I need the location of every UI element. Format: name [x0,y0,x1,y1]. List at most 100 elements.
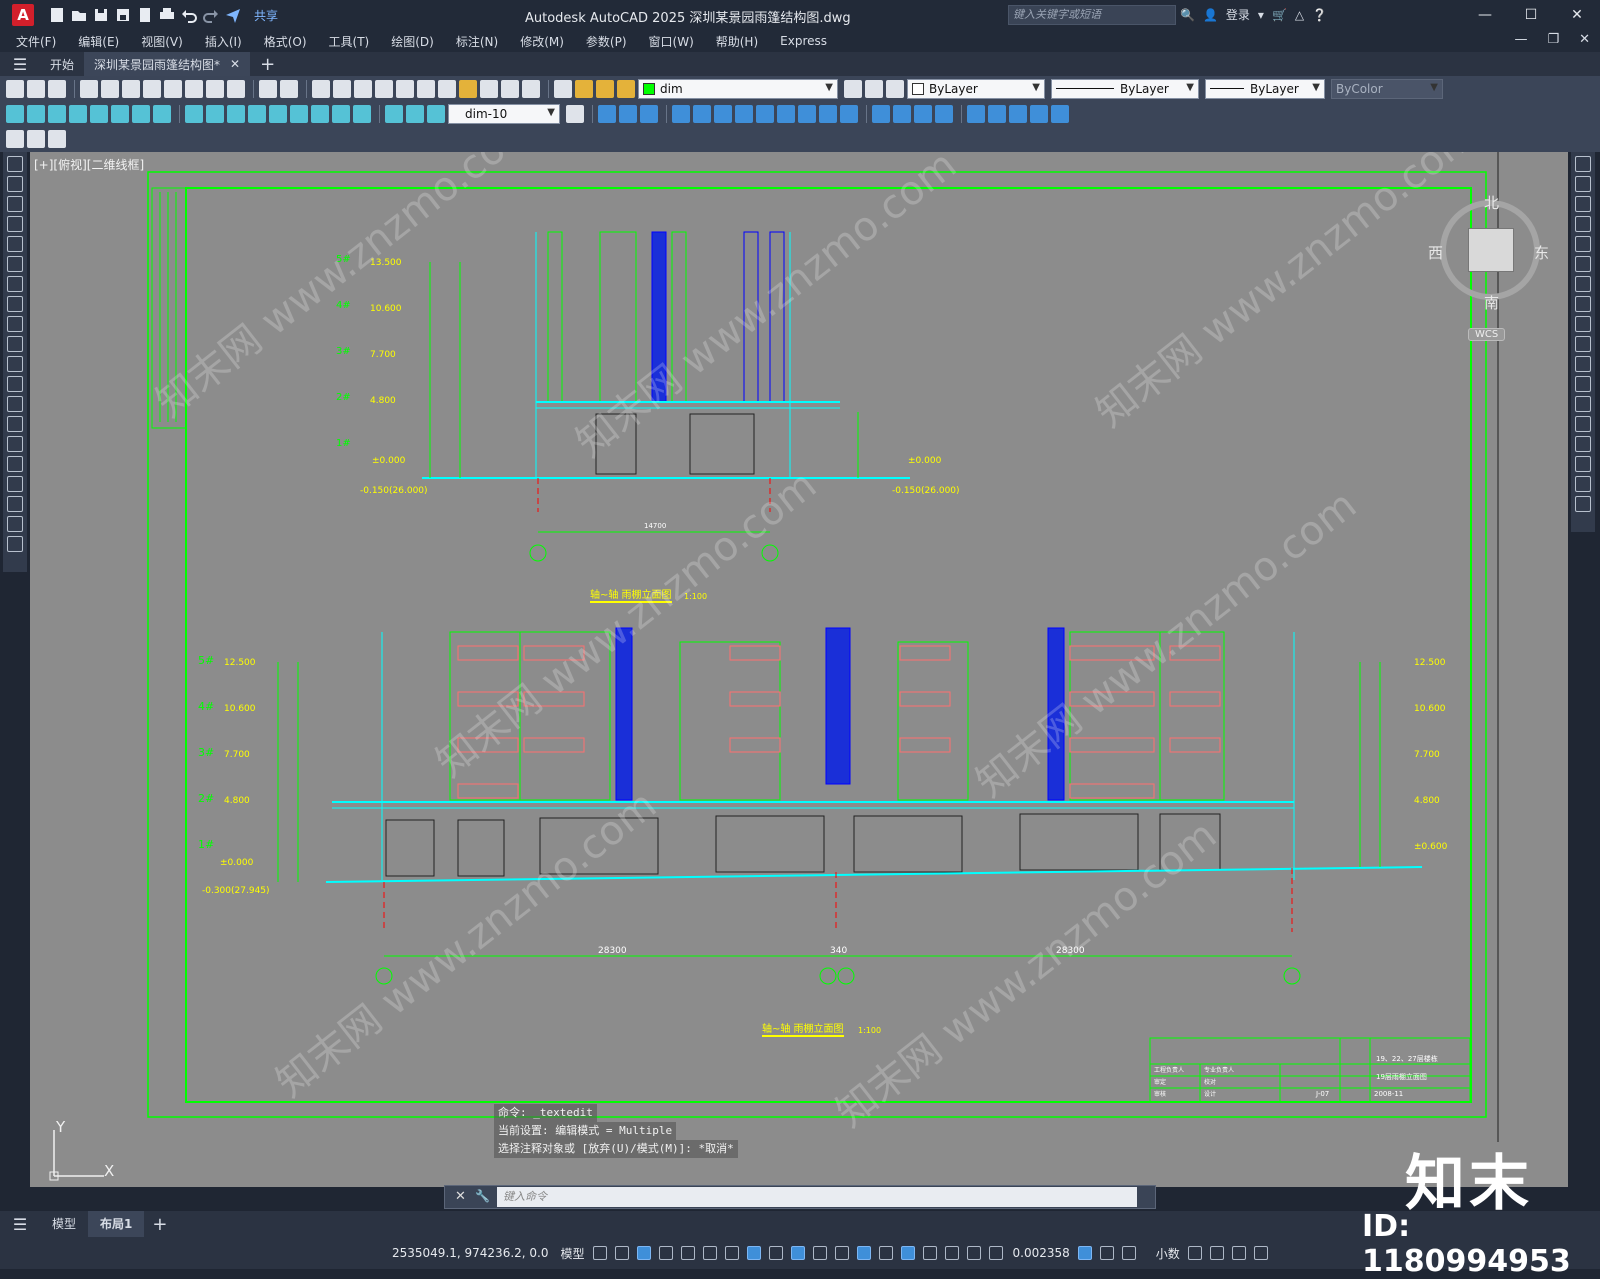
open-folder-icon[interactable] [70,6,88,24]
view-left-icon[interactable] [1009,104,1027,123]
undo-icon[interactable] [259,79,277,98]
gear-icon[interactable] [1099,1246,1114,1260]
view-front-icon[interactable] [988,104,1006,123]
layer-dropdown[interactable]: dim ▼ [638,78,838,99]
isolate-objects-icon[interactable] [988,1246,1003,1260]
close-icon[interactable]: ✕ [455,1189,466,1204]
compass-north[interactable]: 北 [1484,192,1499,213]
dim-edit-icon[interactable] [385,104,403,123]
plot-icon[interactable] [158,6,176,24]
revolve-icon[interactable] [735,104,753,123]
hamburger-menu-icon[interactable]: ☰ [0,55,40,74]
layer-previous-icon[interactable] [865,79,883,98]
inspection-icon[interactable] [332,104,350,123]
linetype-dropdown[interactable]: ByLayer ▼ [1051,78,1199,99]
insert-block-icon[interactable] [7,376,23,392]
design-center-icon[interactable] [417,79,435,98]
tab-drawing[interactable]: 深圳某景园雨篷结构图* ✕ [84,52,251,76]
doc-minimize-button[interactable]: — [1514,32,1527,47]
annotation-scale[interactable]: 0.002358 [1013,1246,1070,1260]
fillet-icon[interactable] [1575,456,1591,472]
tab-start[interactable]: 开始 [40,52,84,76]
grid-icon[interactable] [592,1246,607,1260]
publish-icon[interactable] [136,6,154,24]
new-icon[interactable] [6,79,24,98]
annotation-visibility-icon[interactable] [922,1246,937,1260]
rotate-icon[interactable] [1575,276,1591,292]
object-snap-icon[interactable] [746,1246,761,1260]
array-icon[interactable] [1575,236,1591,252]
baseline-dim-icon[interactable] [206,104,224,123]
cone-icon[interactable] [640,104,658,123]
new-file-icon[interactable] [48,6,66,24]
add-selected-icon[interactable] [7,536,23,552]
menu-insert[interactable]: 插入(I) [205,33,242,50]
realistic-icon[interactable] [914,104,932,123]
object-snap-tracking-icon[interactable] [724,1246,739,1260]
menu-tools[interactable]: 工具(T) [329,33,370,50]
intersect-icon[interactable] [819,104,837,123]
units-readout[interactable]: 小数 [1156,1245,1180,1262]
arc-length-icon[interactable] [48,104,66,123]
new-tab-icon[interactable]: + [260,54,275,75]
copy-icon[interactable] [164,79,182,98]
sweep-icon[interactable] [714,104,732,123]
explode-icon[interactable] [1575,496,1591,512]
copy-object-icon[interactable] [1575,176,1591,192]
undo-icon[interactable] [180,6,198,24]
hardware-acceleration-icon[interactable] [1209,1246,1224,1260]
gradient-icon[interactable] [7,456,23,472]
share-icon[interactable] [224,6,242,24]
add-layout-icon[interactable]: + [152,1214,167,1235]
lock-ui-icon[interactable] [966,1246,981,1260]
block-editor-icon[interactable] [227,79,245,98]
layer-properties-icon[interactable] [554,79,572,98]
wcs-menu[interactable]: WCS [1468,328,1506,341]
blend-curves-icon[interactable] [1575,476,1591,492]
make-current-layer-icon[interactable] [844,79,862,98]
drawing-canvas[interactable]: [+][俯视][二维线框] 5# 4# 3# 2# 1# 13.500 10.6… [30,152,1568,1187]
quick-properties-icon[interactable] [1187,1246,1202,1260]
quick-dim-icon[interactable] [185,104,203,123]
paste-icon[interactable] [185,79,203,98]
pan-icon[interactable] [312,79,330,98]
union-icon[interactable] [777,104,795,123]
help-icon[interactable] [522,79,540,98]
gizmo-icon[interactable] [900,1246,915,1260]
save-icon[interactable] [92,6,110,24]
tab-model[interactable]: 模型 [40,1211,88,1237]
print-icon[interactable] [80,79,98,98]
ellipse-icon[interactable] [7,336,23,352]
share-label[interactable]: 共享 [254,7,278,24]
wrench-icon[interactable]: 🔧 [475,1189,490,1203]
viewcube[interactable]: 北 南 东 西 WCS [1428,192,1549,342]
viewcube-top-face[interactable] [1468,228,1514,272]
rectangle-icon[interactable] [7,236,23,252]
menu-modify[interactable]: 修改(M) [520,33,564,50]
selection-cycling-icon[interactable] [812,1246,827,1260]
text-icon[interactable] [7,516,23,532]
search-input[interactable]: 键入关键字或短语 [1008,5,1176,25]
menu-help[interactable]: 帮助(H) [716,33,758,50]
command-input[interactable]: 键入命令 [497,1187,1137,1207]
extrude-icon[interactable] [672,104,690,123]
circle-icon[interactable] [7,276,23,292]
spline-icon[interactable] [7,316,23,332]
revision-cloud-icon[interactable] [7,296,23,312]
polar-icon[interactable] [680,1246,695,1260]
add-icon[interactable] [1121,1246,1136,1260]
subtract-icon[interactable] [798,104,816,123]
dimstyle-dropdown[interactable]: dim-10 ▼ [448,103,560,124]
publish-icon[interactable] [122,79,140,98]
menu-edit[interactable]: 编辑(E) [78,33,119,50]
login-button[interactable]: 登录 [1226,6,1250,23]
jogged-dim-icon[interactable] [111,104,129,123]
minimize-button[interactable]: — [1462,0,1508,30]
erase-icon[interactable] [1575,156,1591,172]
trim-icon[interactable] [1575,336,1591,352]
visual-style-icon[interactable] [872,104,890,123]
dim-text-edit-icon[interactable] [406,104,424,123]
layer-isolate-icon[interactable] [48,130,66,148]
user-icon[interactable]: 👤 [1203,8,1218,22]
plot-preview-icon[interactable] [101,79,119,98]
